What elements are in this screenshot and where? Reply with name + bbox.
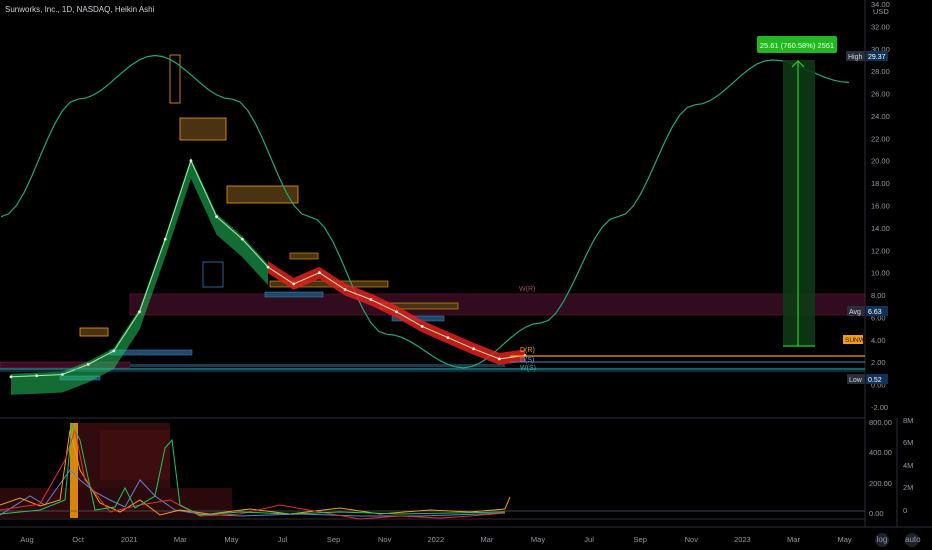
price-point <box>240 237 244 241</box>
time-tick-label: Jul <box>278 535 288 544</box>
price-tick-label: 4.00 <box>871 336 886 345</box>
price-point <box>9 375 13 379</box>
price-point <box>395 310 398 314</box>
price-tick-label: 2.00 <box>871 358 886 367</box>
price-point <box>420 325 424 328</box>
price-tick-label: 10.00 <box>871 269 890 278</box>
indicator-right-tick: 4M <box>903 461 913 470</box>
indicator-right-tick: 6M <box>903 438 913 447</box>
time-tick-label: Jul <box>584 535 594 544</box>
high-badge: High 29.37 <box>846 51 888 61</box>
price-tick-label: 26.00 <box>871 90 890 99</box>
time-tick-label: Oct <box>72 535 85 544</box>
time-tick-label: Mar <box>174 535 187 544</box>
svg-text:Low: Low <box>849 377 863 384</box>
indicator-left-tick: 0.00 <box>869 509 884 518</box>
weekly-support-label: W(S) <box>520 365 536 372</box>
low-badge: Low 0.52 <box>847 374 888 384</box>
price-point <box>318 271 321 275</box>
chart-title: Sunworks, Inc., 1D, NASDAQ, Heikin Ashi <box>5 5 155 14</box>
time-tick-label: May <box>224 535 238 544</box>
price-tick-label: 32.00 <box>871 22 890 31</box>
price-tick-label: 14.00 <box>871 224 890 233</box>
svg-text:29.37: 29.37 <box>868 54 886 61</box>
weekly-resistance-label: W(R) <box>519 286 535 293</box>
price-tick-label: 12.00 <box>871 246 890 255</box>
measure-label: 25.61 (760.58%) 2561 <box>760 41 834 50</box>
time-tick-label: Nov <box>378 535 392 544</box>
price-tick-label: -2.00 <box>871 403 888 412</box>
price-point <box>215 215 219 219</box>
price-point <box>163 237 167 241</box>
time-tick-label: Sep <box>327 535 340 544</box>
time-tick-label: May <box>838 535 852 544</box>
daily-support-label: D(S) <box>520 357 534 364</box>
indicator-right-tick: 8M <box>903 416 913 425</box>
time-tick-label: Aug <box>20 535 33 544</box>
price-tick-label: 8.00 <box>871 291 886 300</box>
indicator-left-tick: 400.00 <box>869 448 892 457</box>
time-tick-label: Mar <box>787 535 800 544</box>
price-point <box>497 357 501 361</box>
price-point <box>266 265 270 269</box>
indicator-right-tick: 0 <box>903 506 907 515</box>
time-tick-label: 2021 <box>121 535 138 544</box>
time-tick-label: Sep <box>634 535 647 544</box>
price-tick-label: 18.00 <box>871 179 890 188</box>
price-point <box>138 310 141 314</box>
price-tick-label: 22.00 <box>871 134 890 143</box>
ticker-badge: SUNW <box>843 335 866 344</box>
log-scale-button[interactable]: log <box>875 533 889 547</box>
price-point <box>292 282 296 286</box>
svg-text:Avg: Avg <box>849 309 861 316</box>
price-point <box>343 288 347 291</box>
price-point <box>112 349 116 353</box>
auto-scale-button[interactable]: auto <box>905 533 921 547</box>
time-tick-label: 2022 <box>427 535 444 544</box>
currency-label: USD <box>873 7 889 16</box>
price-tick-label: 20.00 <box>871 157 890 166</box>
svg-text:0.52: 0.52 <box>868 377 882 384</box>
price-tick-label: 28.00 <box>871 67 890 76</box>
time-tick-label: May <box>531 535 545 544</box>
indicator-left-tick: 200.00 <box>869 479 892 488</box>
daily-resistance-label: D(R) <box>520 347 535 354</box>
price-point <box>86 363 90 366</box>
price-point <box>61 373 64 376</box>
price-point <box>472 347 475 351</box>
avg-badge: Avg 6.63 <box>847 306 888 316</box>
time-tick-label: Nov <box>685 535 699 544</box>
time-tick-label: Mar <box>480 535 493 544</box>
price-point <box>35 374 39 378</box>
svg-text:High: High <box>848 54 863 61</box>
svg-text:SUNW: SUNW <box>845 337 866 344</box>
time-tick-label: 2023 <box>734 535 751 544</box>
price-chart[interactable]: Sunworks, Inc., 1D, NASDAQ, Heikin Ashi … <box>0 0 932 550</box>
price-point <box>446 336 450 339</box>
price-point <box>369 298 373 301</box>
price-point <box>189 159 193 163</box>
indicator-left-tick: 800.00 <box>869 418 892 427</box>
price-tick-label: 24.00 <box>871 112 890 121</box>
svg-text:6.63: 6.63 <box>868 309 882 316</box>
price-tick-label: 16.00 <box>871 202 890 211</box>
indicator-right-tick: 2M <box>903 483 913 492</box>
